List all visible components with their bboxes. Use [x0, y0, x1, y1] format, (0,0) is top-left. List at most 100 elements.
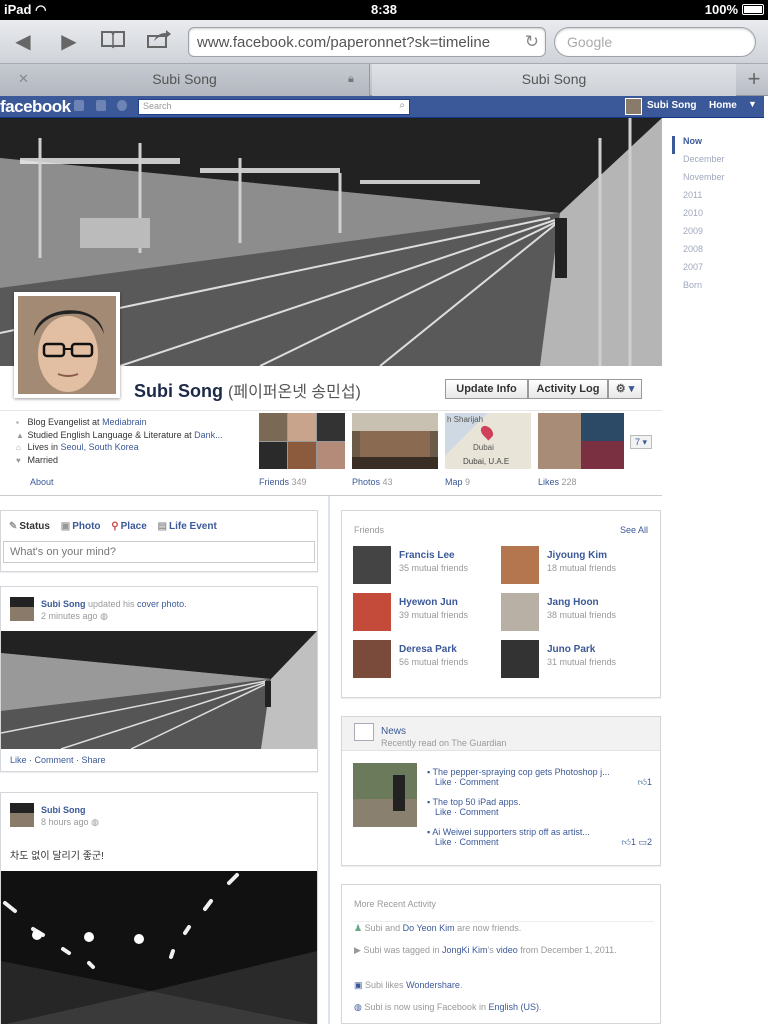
- map-app[interactable]: h Sharijah Dubai Dubai, U.A.E Map 9: [445, 413, 531, 487]
- friend-item[interactable]: Francis Lee 35 mutual friends: [353, 546, 499, 592]
- url-bar[interactable]: www.facebook.com/paperonnet?sk=timeline …: [188, 27, 546, 57]
- friend-name[interactable]: Juno Park: [547, 644, 595, 655]
- timeline-december[interactable]: December: [672, 154, 762, 172]
- timeline-november[interactable]: November: [672, 172, 762, 190]
- post-author[interactable]: Subi Song: [41, 599, 86, 609]
- friend-avatar[interactable]: [353, 546, 391, 584]
- search-field[interactable]: Google: [554, 27, 756, 57]
- post-time[interactable]: 2 minutes ago ◍: [41, 611, 108, 622]
- map-label-caption: Dubai, U.A.E: [463, 457, 510, 466]
- profile-alt-name: (페이퍼온넷 송민섭): [228, 384, 361, 401]
- activity-link[interactable]: video: [496, 945, 518, 955]
- composer-tabs: ✎ Status ▣ Photo ⚲ Place ▤ Life Event: [9, 521, 225, 532]
- messages-icon[interactable]: [96, 100, 106, 111]
- friend-name[interactable]: Deresa Park: [399, 644, 457, 655]
- post-actions[interactable]: Like · Comment · Share: [10, 755, 106, 765]
- school-link[interactable]: Dank...: [194, 430, 223, 440]
- close-tab-icon[interactable]: ✕: [18, 64, 29, 94]
- activity-link[interactable]: English (US): [488, 1002, 539, 1012]
- reload-icon[interactable]: ↻: [525, 32, 539, 52]
- post-photo[interactable]: [1, 631, 317, 749]
- facebook-logo[interactable]: facebook: [0, 96, 71, 117]
- news-app-icon[interactable]: [354, 723, 374, 741]
- settings-dropdown-button[interactable]: ⚙ ▾: [608, 379, 642, 399]
- post-cover-update: Subi Song updated his cover photo. 2 min…: [0, 586, 318, 772]
- globe-icon: ◍: [100, 611, 108, 621]
- header-user-link[interactable]: Subi Song: [647, 100, 696, 111]
- activity-link[interactable]: JongKi Kim: [442, 945, 488, 955]
- news-item[interactable]: ▪ The pepper-spraying cop gets Photoshop…: [427, 767, 652, 787]
- forward-button[interactable]: ▶: [54, 29, 84, 55]
- back-button[interactable]: ◀: [8, 29, 38, 55]
- timeline-2008[interactable]: 2008: [672, 244, 762, 262]
- news-thumbnail[interactable]: [353, 763, 417, 827]
- composer-tab-place[interactable]: ⚲ Place: [111, 521, 146, 532]
- news-item[interactable]: ▪ The top 50 iPad apps. Like · Comment: [427, 797, 652, 817]
- post-photo[interactable]: [1, 871, 317, 1024]
- new-tab-button[interactable]: +: [740, 64, 768, 94]
- activity-log-button[interactable]: Activity Log: [528, 379, 608, 399]
- cover-photo-link[interactable]: cover photo.: [137, 599, 187, 609]
- friend-avatar[interactable]: [501, 640, 539, 678]
- update-info-button[interactable]: Update Info: [445, 379, 528, 399]
- friend-name[interactable]: Jiyoung Kim: [547, 550, 607, 561]
- friend-avatar[interactable]: [501, 593, 539, 631]
- composer-tab-photo[interactable]: ▣ Photo: [61, 521, 101, 532]
- timeline-born[interactable]: Born: [672, 280, 762, 298]
- gear-icon: ⚙: [615, 383, 626, 395]
- friend-avatar[interactable]: [353, 593, 391, 631]
- notifications-icon[interactable]: [117, 100, 127, 111]
- see-all-friends-link[interactable]: See All: [620, 525, 648, 535]
- photos-app[interactable]: Photos 43: [352, 413, 438, 487]
- friend-name[interactable]: Hyewon Jun: [399, 597, 458, 608]
- friends-app[interactable]: Friends 349: [259, 413, 345, 487]
- friend-avatar[interactable]: [501, 546, 539, 584]
- work-link[interactable]: Mediabrain: [102, 417, 147, 427]
- account-menu-icon[interactable]: ▼: [748, 99, 757, 109]
- friend-requests-icon[interactable]: [74, 100, 84, 111]
- timeline-2007[interactable]: 2007: [672, 262, 762, 280]
- post-avatar[interactable]: [10, 597, 34, 621]
- bookmarks-button[interactable]: [98, 29, 128, 55]
- whats-on-your-mind-input[interactable]: What's on your mind?: [3, 541, 315, 563]
- battery-percent: 100%: [704, 2, 738, 17]
- home-link[interactable]: Home: [709, 100, 737, 111]
- post-avatar[interactable]: [10, 803, 34, 827]
- composer-tab-life-event[interactable]: ▤ Life Event: [158, 521, 217, 532]
- friend-name[interactable]: Francis Lee: [399, 550, 455, 561]
- friend-name[interactable]: Jang Hoon: [547, 597, 599, 608]
- more-apps-button[interactable]: 7 ▾: [630, 435, 652, 449]
- post-author[interactable]: Subi Song: [41, 805, 86, 815]
- timeline-2009[interactable]: 2009: [672, 226, 762, 244]
- timeline-2011[interactable]: 2011: [672, 190, 762, 208]
- share-button[interactable]: [144, 29, 174, 55]
- friend-item[interactable]: Hyewon Jun 39 mutual friends: [353, 593, 499, 639]
- friend-item[interactable]: Jang Hoon 38 mutual friends: [501, 593, 647, 639]
- friend-item[interactable]: Jiyoung Kim 18 mutual friends: [501, 546, 647, 592]
- like-count: 👍︎1: [637, 777, 652, 787]
- facebook-search-input[interactable]: Search ⌕: [138, 99, 410, 115]
- facebook-header: facebook Search ⌕ Subi Song Home ▼: [0, 96, 764, 118]
- profile-name[interactable]: Subi Song (페이퍼온넷 송민섭): [134, 378, 361, 402]
- comment-icon: ▭: [638, 837, 647, 847]
- header-avatar[interactable]: [625, 98, 642, 115]
- timeline-now[interactable]: Now: [672, 136, 762, 154]
- composer-tab-status[interactable]: ✎ Status: [9, 521, 50, 532]
- friend-avatar[interactable]: [353, 640, 391, 678]
- tab-2[interactable]: Subi Song: [372, 64, 736, 96]
- likes-app[interactable]: Likes 228: [538, 413, 624, 487]
- friend-item[interactable]: Deresa Park 56 mutual friends: [353, 640, 499, 686]
- about-link[interactable]: About: [30, 477, 54, 487]
- location-link[interactable]: Seoul, South Korea: [61, 442, 139, 452]
- timeline-2010[interactable]: 2010: [672, 208, 762, 226]
- news-title[interactable]: News: [381, 726, 406, 737]
- tab-1[interactable]: ✕ Subi Song 🔒︎: [0, 64, 370, 96]
- search-icon[interactable]: ⌕: [399, 100, 405, 111]
- activity-link[interactable]: Wondershare: [406, 980, 460, 990]
- activity-row: ◍ Subi is now using Facebook in English …: [354, 1002, 542, 1012]
- friend-item[interactable]: Juno Park 31 mutual friends: [501, 640, 647, 686]
- news-item[interactable]: ▪ Ai Weiwei supporters strip off as arti…: [427, 827, 652, 847]
- activity-link[interactable]: Do Yeon Kim: [403, 923, 455, 933]
- profile-picture[interactable]: [14, 292, 120, 398]
- post-time[interactable]: 8 hours ago ◍: [41, 817, 99, 828]
